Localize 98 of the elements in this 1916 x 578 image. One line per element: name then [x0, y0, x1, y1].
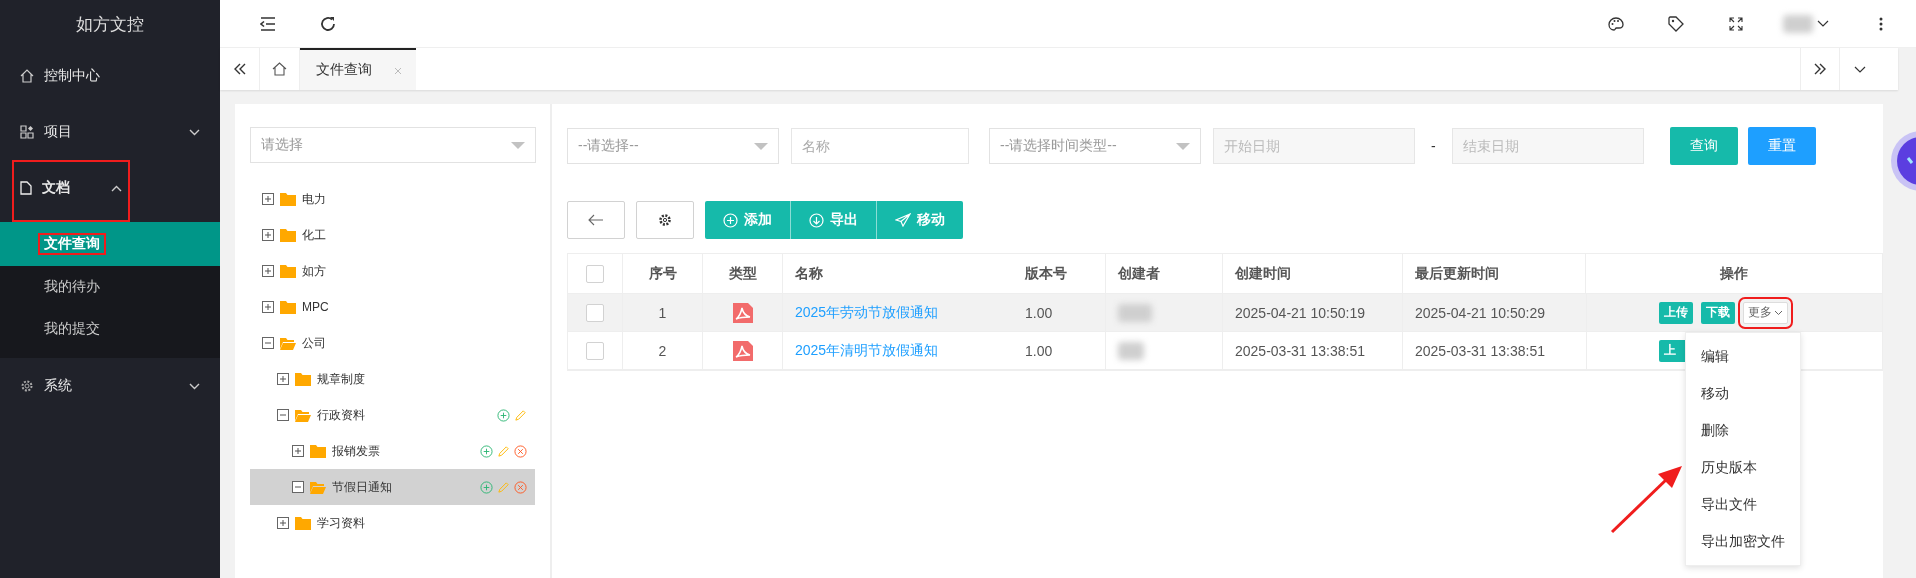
expand-icon[interactable] — [277, 517, 289, 529]
expand-icon[interactable] — [262, 193, 274, 205]
column-header: 序号 — [623, 254, 703, 293]
tree-node[interactable]: 节假日通知 — [250, 469, 535, 505]
column-header: 操作 — [1719, 263, 1749, 283]
back-button[interactable] — [567, 201, 625, 239]
tree-node[interactable]: 电力 — [250, 181, 535, 217]
expand-icon[interactable] — [262, 229, 274, 241]
collapse-icon[interactable] — [292, 481, 304, 493]
table-cell-text: 2025-04-21 10:50:29 — [1414, 303, 1546, 323]
blurred-name — [1118, 303, 1152, 322]
folder-icon — [310, 444, 326, 458]
caret-icon — [1774, 309, 1783, 316]
add-icon[interactable] — [497, 408, 510, 422]
table-cell-text: 2025-03-31 13:38:51 — [1414, 341, 1546, 361]
tree-node[interactable]: 如方 — [250, 253, 535, 289]
sidebar-item[interactable]: 项目 — [0, 104, 220, 160]
column-header: 创建者 — [1106, 254, 1223, 293]
tree-node[interactable]: 公司 — [250, 325, 535, 361]
grid-icon — [20, 125, 34, 139]
open-folder-icon — [280, 336, 296, 350]
column-header: 创建时间 — [1223, 254, 1403, 293]
scroll-right-icon[interactable] — [1800, 48, 1840, 90]
submenu-item[interactable]: 我的提交 — [0, 308, 220, 350]
date-field[interactable]: 结束日期 — [1451, 128, 1644, 164]
page-tab[interactable]: 文件查询 — [300, 48, 416, 90]
column-header: 类型 — [703, 254, 783, 293]
expand-icon[interactable] — [262, 265, 274, 277]
settings-button[interactable] — [636, 201, 694, 239]
tree-node[interactable]: 报销发票 — [250, 433, 535, 469]
expand-icon[interactable] — [292, 445, 304, 457]
chevron-up-icon — [111, 184, 122, 192]
tree-node[interactable]: 规章制度 — [250, 361, 535, 397]
collapse-icon[interactable] — [262, 337, 274, 349]
select-all-checkbox[interactable] — [586, 264, 604, 283]
submenu-item[interactable]: 文件查询 — [0, 222, 220, 266]
table-cell: 2025-04-21 10:50:19 — [1223, 294, 1403, 331]
column-header: 最后更新时间 — [1403, 254, 1586, 293]
date-field[interactable]: 开始日期 — [1213, 128, 1415, 164]
folder-icon — [280, 300, 296, 314]
paper-plane-icon — [895, 213, 911, 227]
annotation-arrow — [1610, 466, 1682, 534]
menu-item[interactable]: 删除 — [1686, 412, 1800, 449]
range-separator: - — [1430, 138, 1437, 154]
pdf-file-icon — [731, 301, 754, 324]
sidebar-item[interactable]: 文档 — [12, 160, 130, 222]
assistant-orb-icon[interactable] — [1890, 130, 1916, 192]
delete-icon[interactable] — [514, 444, 527, 458]
back-arrow-icon — [588, 214, 604, 226]
menu-item[interactable]: 移动 — [1686, 375, 1800, 412]
row-checkbox[interactable] — [586, 303, 604, 322]
submenu-item[interactable]: 我的待办 — [0, 266, 220, 308]
folder-icon — [280, 228, 296, 242]
row-checkbox[interactable] — [586, 341, 604, 360]
caret-icon — [1817, 19, 1829, 28]
chevron-down-icon — [189, 382, 200, 390]
collapse-icon[interactable] — [277, 409, 289, 421]
table-cell: 2 — [623, 332, 703, 369]
table-cell: 1.00 — [1013, 294, 1106, 331]
sidebar-item[interactable]: 控制中心 — [0, 48, 220, 104]
open-folder-icon — [295, 408, 311, 422]
column-header: 名称 — [794, 263, 824, 283]
tree-node[interactable]: 化工 — [250, 217, 535, 253]
name-field[interactable]: 名称 — [791, 128, 969, 164]
sidebar-item[interactable]: 系统 — [0, 358, 220, 414]
add-icon[interactable] — [480, 444, 493, 458]
folder-icon — [295, 372, 311, 386]
home-icon — [20, 69, 34, 83]
expand-icon[interactable] — [262, 301, 274, 313]
add-icon[interactable] — [480, 480, 493, 494]
delete-icon[interactable] — [514, 480, 527, 494]
tree-node[interactable]: MPC — [250, 289, 535, 325]
document-icon — [20, 181, 32, 195]
table-cell: 2025-03-31 13:38:51 — [1223, 332, 1403, 369]
pencil-icon[interactable] — [514, 408, 527, 422]
folder-icon — [280, 264, 296, 278]
gear-icon — [20, 379, 34, 393]
app-title: 如方文控 — [75, 13, 145, 36]
download-circle-icon — [809, 212, 824, 228]
open-folder-icon — [310, 480, 326, 494]
gear-icon — [658, 213, 672, 227]
table-cell: 1.00 — [1013, 332, 1106, 369]
pencil-icon[interactable] — [497, 444, 510, 458]
chevron-down-icon — [189, 128, 200, 136]
menu-item[interactable]: 导出加密文件 — [1686, 523, 1800, 560]
blurred-name — [1118, 341, 1144, 360]
pdf-file-icon — [731, 339, 754, 362]
folder-icon — [295, 516, 311, 530]
menu-item[interactable]: 历史版本 — [1686, 449, 1800, 486]
plus-circle-icon — [723, 212, 738, 228]
menu-item[interactable]: 导出文件 — [1686, 486, 1800, 523]
column-header: 版本号 — [1013, 254, 1106, 293]
tree-node[interactable]: 行政资料 — [250, 397, 535, 433]
home-icon — [272, 62, 287, 76]
folder-icon — [280, 192, 296, 206]
expand-icon[interactable] — [277, 373, 289, 385]
tree-node[interactable]: 学习资料 — [250, 505, 535, 541]
table-cell: 1 — [623, 294, 703, 331]
